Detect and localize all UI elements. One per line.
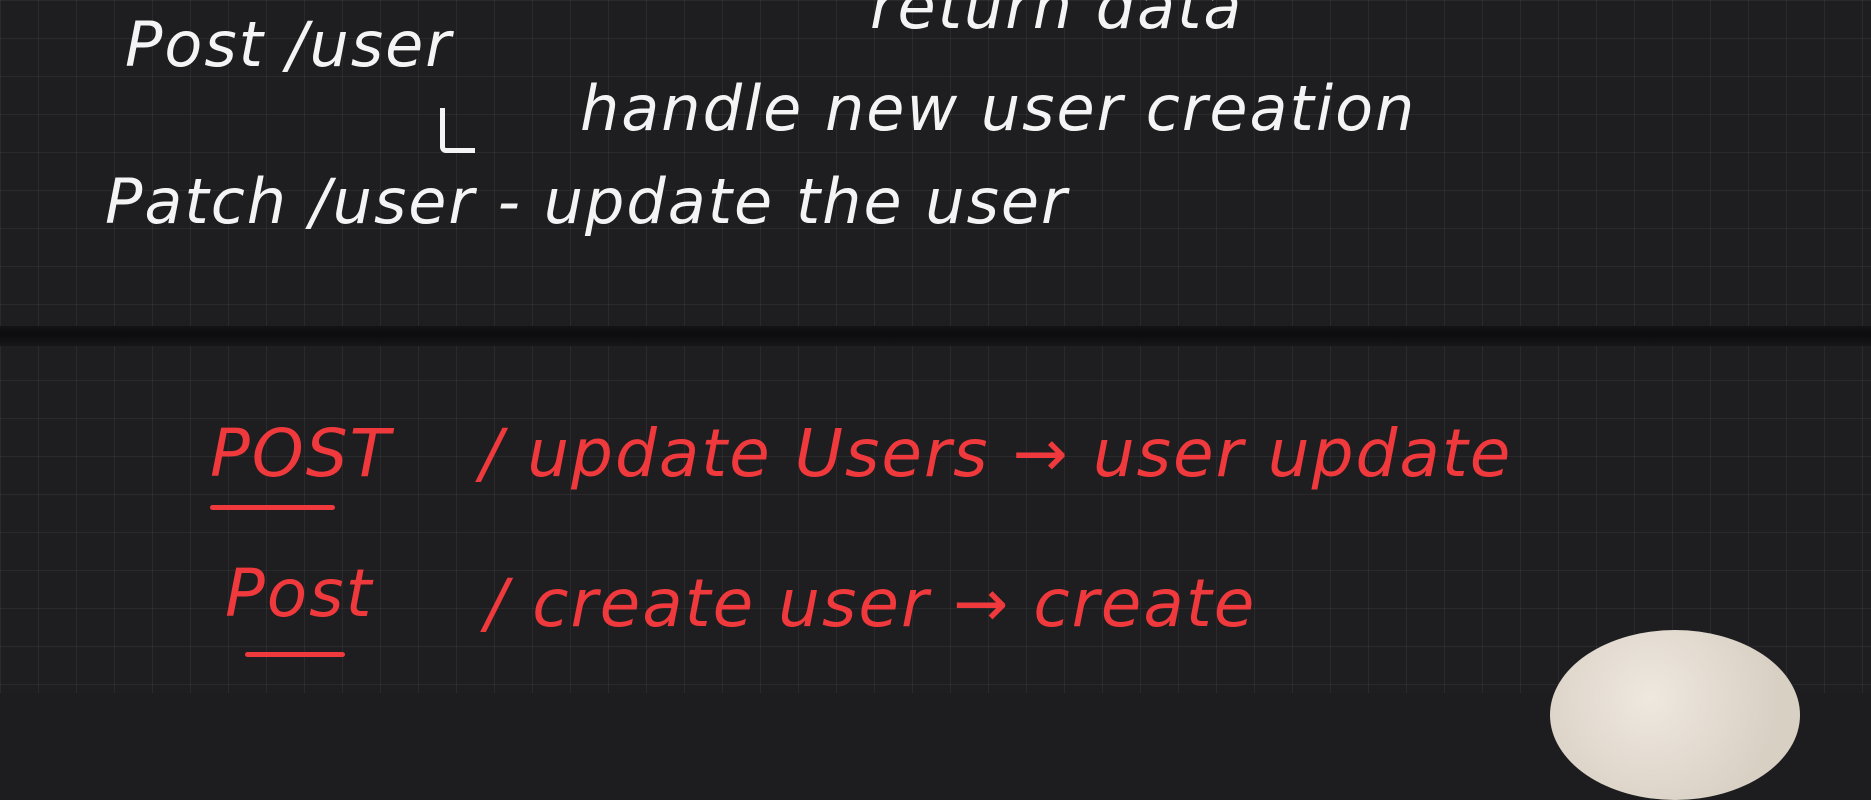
red-post-underline-2 [245, 652, 345, 657]
note-post-user: Post /user [125, 8, 453, 81]
red-post-underline [210, 505, 335, 510]
red-post-method-2: Post [225, 555, 374, 632]
red-post-method: POST [210, 415, 392, 492]
page-divider [0, 326, 1871, 346]
note-return-data: return data [870, 0, 1244, 43]
arrow-hook-icon [440, 108, 475, 153]
note-handle-new-user: handle new user creation [580, 72, 1417, 145]
red-create-user: / create user → create [485, 565, 1257, 642]
note-patch-user: Patch /user - update the user [105, 165, 1069, 238]
red-update-users: / update Users → user update [480, 415, 1513, 492]
pen-cursor-icon [1550, 630, 1800, 800]
whiteboard-canvas: return data Post /user handle new user c… [0, 0, 1871, 800]
